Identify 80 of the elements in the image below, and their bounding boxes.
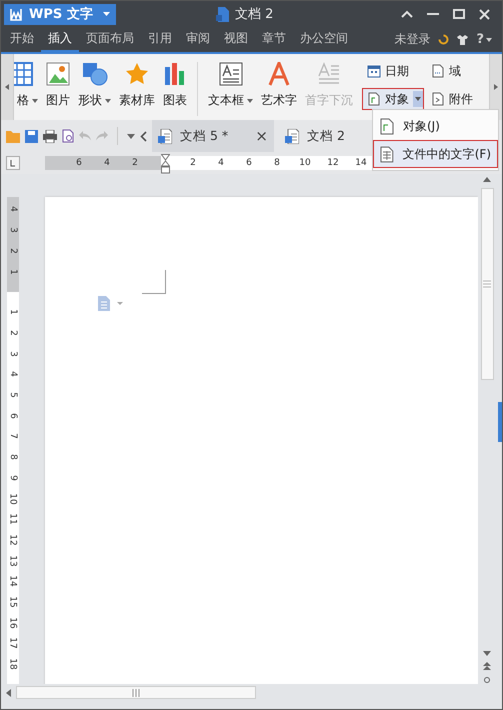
picture-icon xyxy=(46,62,70,86)
menu-tab[interactable]: 审阅 xyxy=(179,27,217,52)
document-icon xyxy=(367,92,381,106)
document-icon xyxy=(380,118,394,134)
letter-a-icon xyxy=(267,62,291,86)
calendar-icon xyxy=(367,64,381,78)
menu-tab[interactable]: 开始 xyxy=(3,27,41,52)
drop-cap-icon xyxy=(317,62,341,86)
chevron-left-icon[interactable] xyxy=(140,130,147,142)
bar-chart-icon xyxy=(163,62,187,86)
ribbon-small-button[interactable]: 附件 xyxy=(426,88,478,110)
collapse-icon[interactable] xyxy=(401,10,413,18)
window-title: 文档 2 xyxy=(235,6,274,23)
document-icon xyxy=(380,146,394,162)
caret-icon xyxy=(103,12,110,16)
document-icon xyxy=(158,128,172,144)
menu-tab[interactable]: 办公空间 xyxy=(293,27,355,52)
margin-corner-mark xyxy=(142,270,166,294)
grip-icon xyxy=(483,280,491,288)
text-box-icon xyxy=(218,62,242,86)
side-panel-handle[interactable] xyxy=(498,402,502,442)
vertical-ruler: 4 3 2 1 1 2 3 4 5 6 7 8 9 10 11 12 13 14 15 16 17 18 xyxy=(7,197,19,684)
save-icon[interactable] xyxy=(25,130,38,142)
caret-icon xyxy=(486,38,492,42)
print-icon[interactable] xyxy=(43,130,57,142)
menu-item[interactable]: 文件中的文字(F) xyxy=(373,140,498,168)
document-icon xyxy=(431,92,445,106)
w-logo-icon xyxy=(10,8,22,20)
maximize-icon[interactable] xyxy=(453,9,465,19)
caret-icon xyxy=(32,98,38,102)
close-tab-button[interactable]: × xyxy=(255,127,268,145)
ribbon-button[interactable]: 素材库 xyxy=(116,62,158,109)
shapes-icon xyxy=(82,62,108,86)
close-icon[interactable] xyxy=(479,8,490,20)
grip-icon xyxy=(132,688,140,696)
ribbon-small-button[interactable]: 域 xyxy=(426,60,478,82)
menu-tab[interactable]: 章节 xyxy=(255,27,293,52)
arrow-right-icon xyxy=(494,84,498,90)
menu-tab[interactable]: 引用 xyxy=(141,27,179,52)
document-tab[interactable]: 文档 2 xyxy=(279,120,351,152)
shirt-icon[interactable] xyxy=(457,34,468,44)
ribbon-button[interactable]: 文本框 xyxy=(205,62,256,109)
scroll-thumb[interactable] xyxy=(480,188,494,380)
star-icon xyxy=(125,62,149,86)
ribbon-button[interactable]: 图片 xyxy=(43,62,73,109)
caret-icon xyxy=(415,97,421,101)
help-button[interactable]: ? xyxy=(476,32,484,47)
menu-tab[interactable]: 页面布局 xyxy=(79,27,141,52)
caret-icon[interactable] xyxy=(127,134,135,138)
previous-page-icon[interactable] xyxy=(483,662,491,670)
ribbon-button[interactable]: 形状 xyxy=(75,62,114,109)
menu-item[interactable]: 对象(J) xyxy=(373,112,498,140)
document-icon xyxy=(285,128,299,144)
ribbon-small-button[interactable]: 对象 xyxy=(362,88,424,110)
indent-marker-icon[interactable] xyxy=(161,154,170,174)
scroll-thumb[interactable] xyxy=(16,686,256,699)
arrow-down-icon[interactable] xyxy=(483,651,491,656)
menu-tab[interactable]: 插入 xyxy=(41,27,79,52)
document-icon xyxy=(431,64,445,78)
refresh-icon[interactable] xyxy=(438,34,450,45)
arrow-left-icon[interactable] xyxy=(6,688,11,696)
ribbon-button[interactable]: 艺术字 xyxy=(258,62,300,109)
dropdown-arrow-button[interactable] xyxy=(413,91,423,107)
login-link[interactable]: 未登录 xyxy=(394,31,430,48)
arrow-up-icon[interactable] xyxy=(483,177,491,182)
menu-tab[interactable]: 视图 xyxy=(217,27,255,52)
table-icon xyxy=(14,62,32,86)
ribbon-small-button[interactable]: 日期 xyxy=(362,60,424,82)
browse-object-icon[interactable] xyxy=(483,676,491,684)
caret-icon xyxy=(105,98,111,102)
print-preview-icon[interactable] xyxy=(62,129,74,143)
caret-icon xyxy=(247,98,253,102)
document-icon xyxy=(216,6,229,22)
app-menu-button[interactable]: WPS 文字 xyxy=(4,4,116,24)
minimize-icon[interactable] xyxy=(427,10,439,18)
tab-stop-selector-icon[interactable] xyxy=(6,156,20,170)
ribbon-button[interactable]: 格 xyxy=(14,62,41,109)
document-tab[interactable]: 文档 5 * × xyxy=(152,120,274,152)
ribbon-button[interactable]: 图表 xyxy=(160,62,190,109)
arrow-left-icon xyxy=(5,84,9,90)
